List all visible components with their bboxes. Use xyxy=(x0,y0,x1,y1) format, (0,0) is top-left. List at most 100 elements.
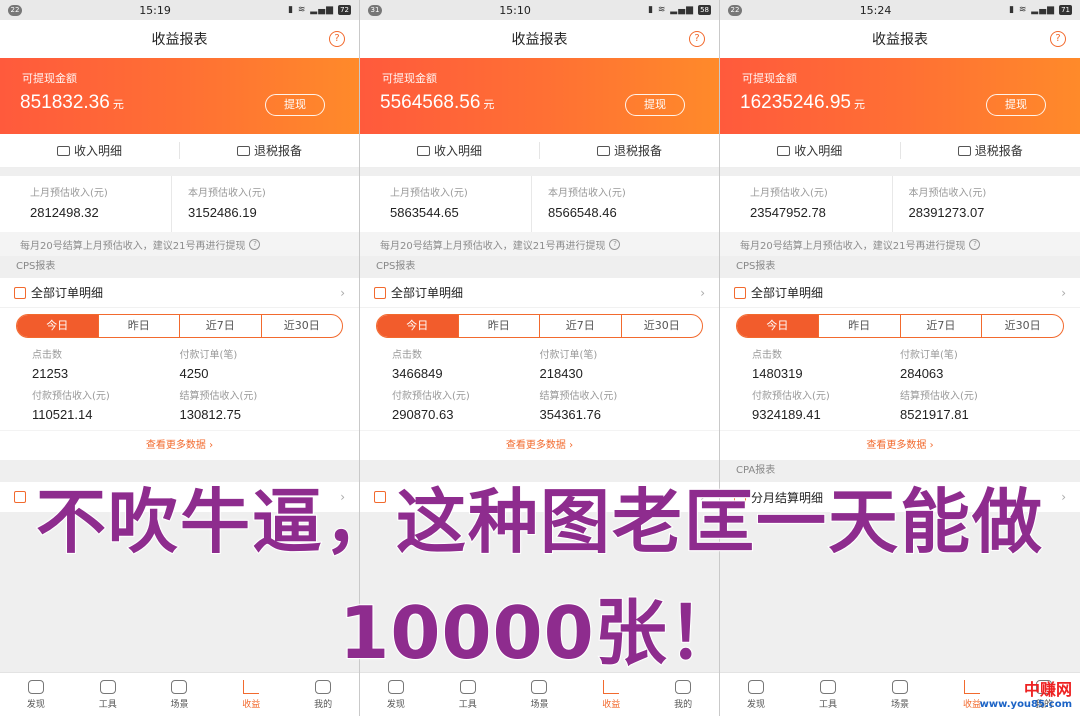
help-icon[interactable]: ? xyxy=(689,31,705,47)
stat-label: 付款订单(笔) xyxy=(900,350,958,361)
tab-scenes[interactable]: 场景 xyxy=(864,673,936,716)
stat-label: 付款订单(笔) xyxy=(539,350,598,361)
toolbox-icon xyxy=(99,679,116,694)
battery-icon: 72 xyxy=(338,5,351,15)
tab-discover[interactable]: 发现 xyxy=(360,673,432,716)
stat-label: 付款预估收入(元) xyxy=(392,391,470,402)
notification-badge: 22 xyxy=(8,4,22,16)
withdraw-button[interactable]: 提现 xyxy=(625,94,685,116)
tab-yesterday[interactable]: 昨日 xyxy=(819,315,901,337)
tab-discover[interactable]: 发现 xyxy=(720,673,792,716)
site-watermark: 中赚网 www.you85.com xyxy=(980,682,1072,710)
tab-yesterday[interactable]: 昨日 xyxy=(99,315,180,337)
note-help-icon[interactable]: ? xyxy=(249,238,261,250)
all-orders-row[interactable]: 全部订单明细 › xyxy=(360,278,719,308)
estimate-summary: 上月预估收入(元) 23547952.78 本月预估收入(元) 28391273… xyxy=(720,176,1080,232)
note-help-icon[interactable]: ? xyxy=(609,238,621,250)
tab-yesterday[interactable]: 昨日 xyxy=(459,315,540,337)
tab-7days[interactable]: 近7日 xyxy=(540,315,622,337)
stat-value: 4250 xyxy=(179,366,209,381)
wallet-icon xyxy=(416,145,430,156)
chart-icon xyxy=(964,679,980,694)
view-more-link[interactable]: 查看更多数据 › xyxy=(720,430,1080,460)
tax-report-link[interactable]: 退税报备 xyxy=(540,142,719,159)
tab-scenes[interactable]: 场景 xyxy=(504,673,576,716)
estimate-summary: 上月预估收入(元) 2812498.32 本月预估收入(元) 3152486.1… xyxy=(0,176,359,232)
tab-tools[interactable]: 工具 xyxy=(792,673,864,716)
withdrawable-banner: 可提现金额 5564568.56 元 提现 xyxy=(360,58,719,134)
tab-30days[interactable]: 近30日 xyxy=(622,315,703,337)
tab-7days[interactable]: 近7日 xyxy=(180,315,262,337)
income-detail-link[interactable]: 收入明细 xyxy=(0,142,180,159)
income-detail-link[interactable]: 收入明细 xyxy=(720,142,901,159)
tab-30days[interactable]: 近30日 xyxy=(982,315,1063,337)
signal-icon: ▮ ≋ ▂▄▆ xyxy=(648,5,695,15)
last-month-label: 上月预估收入(元) xyxy=(390,188,468,199)
all-orders-row[interactable]: 全部订单明细 › xyxy=(720,278,1080,308)
nav-bar: 收益报表 ? xyxy=(0,20,359,58)
discover-icon xyxy=(748,679,764,694)
tab-30days[interactable]: 近30日 xyxy=(262,315,343,337)
tab-earnings[interactable]: 收益 xyxy=(575,673,647,716)
withdraw-button[interactable]: 提现 xyxy=(986,94,1046,116)
tab-today[interactable]: 今日 xyxy=(737,315,819,337)
income-detail-link[interactable]: 收入明细 xyxy=(360,142,540,159)
help-icon[interactable]: ? xyxy=(1050,31,1066,47)
nav-bar: 收益报表 ? xyxy=(720,20,1080,58)
tab-scenes[interactable]: 场景 xyxy=(144,673,216,716)
cps-section-title: CPS报表 xyxy=(720,256,1080,278)
stat-label: 结算预估收入(元) xyxy=(539,391,618,402)
withdrawable-banner: 可提现金额 16235246.95 元 提现 xyxy=(720,58,1080,134)
tab-mine[interactable]: 我的 xyxy=(287,673,359,716)
nav-bar: 收益报表 ? xyxy=(360,20,719,58)
cps-section-title: CPS报表 xyxy=(360,256,719,278)
discover-icon xyxy=(27,679,44,694)
wallet-icon xyxy=(56,145,70,156)
battery-icon: 58 xyxy=(698,5,711,15)
profile-icon xyxy=(315,679,332,694)
last-month-value: 23547952.78 xyxy=(750,205,826,220)
stat-label: 结算预估收入(元) xyxy=(900,391,978,402)
grid-icon xyxy=(531,679,548,694)
all-orders-row[interactable]: 全部订单明细 › xyxy=(0,278,359,308)
stat-value: 354361.76 xyxy=(539,407,601,422)
status-time: 15:19 xyxy=(139,3,171,17)
settlement-note: 每月20号结算上月预估收入，建议21号再进行提现? xyxy=(0,232,359,256)
stat-label: 点击数 xyxy=(32,350,62,361)
quick-links: 收入明细 退税报备 xyxy=(360,134,719,168)
tab-mine[interactable]: 我的 xyxy=(647,673,719,716)
tab-7days[interactable]: 近7日 xyxy=(901,315,983,337)
view-more-link[interactable]: 查看更多数据 › xyxy=(0,430,359,460)
tab-today[interactable]: 今日 xyxy=(377,315,459,337)
period-tabs: 今日 昨日 近7日 近30日 xyxy=(736,314,1064,338)
stat-label: 点击数 xyxy=(392,350,422,361)
withdraw-button[interactable]: 提现 xyxy=(265,94,325,116)
view-more-link[interactable]: 查看更多数据 › xyxy=(360,430,719,460)
stat-value: 290870.63 xyxy=(392,407,454,422)
stats-grid: 点击数 21253 付款订单(笔) 4250 付款预估收入(元) 110521.14 … xyxy=(0,342,359,430)
this-month-value: 8566548.46 xyxy=(548,205,617,220)
withdrawable-amount: 851832.36 元 xyxy=(20,92,124,113)
edit-icon xyxy=(374,286,386,299)
tab-earnings[interactable]: 收益 xyxy=(215,673,287,716)
toolbox-icon xyxy=(820,679,836,694)
last-month-label: 上月预估收入(元) xyxy=(30,188,108,199)
tab-discover[interactable]: 发现 xyxy=(0,673,72,716)
tab-today[interactable]: 今日 xyxy=(17,315,99,337)
stat-value: 3466849 xyxy=(392,366,443,381)
status-bar: 31 15:10 ▮ ≋ ▂▄▆ 58 xyxy=(360,0,719,20)
stat-label: 点击数 xyxy=(752,350,782,361)
withdrawable-label: 可提现金额 xyxy=(22,72,77,85)
stat-value: 218430 xyxy=(539,366,583,381)
status-bar: 22 15:19 ▮ ≋ ▂▄▆ 72 xyxy=(0,0,359,20)
tab-tools[interactable]: 工具 xyxy=(72,673,144,716)
tax-report-link[interactable]: 退税报备 xyxy=(901,142,1080,159)
note-help-icon[interactable]: ? xyxy=(969,238,981,250)
quick-links: 收入明细 退税报备 xyxy=(0,134,359,168)
tax-report-link[interactable]: 退税报备 xyxy=(180,142,359,159)
page-title: 收益报表 xyxy=(511,32,568,48)
tab-tools[interactable]: 工具 xyxy=(432,673,504,716)
help-icon[interactable]: ? xyxy=(329,31,345,47)
stats-grid: 点击数 1480319 付款订单(笔) 284063 付款预估收入(元) 932418… xyxy=(720,342,1080,430)
last-month-label: 上月预估收入(元) xyxy=(750,188,828,199)
